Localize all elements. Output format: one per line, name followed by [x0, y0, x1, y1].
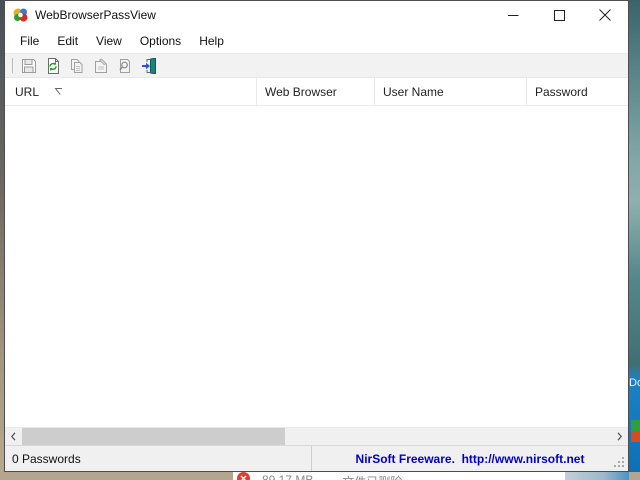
background-window-text-fragment: Do — [629, 377, 640, 389]
maximize-icon — [554, 10, 565, 21]
desktop-bottom-strip: 89.17 MB - 文件已删除 — [0, 472, 640, 480]
chevron-right-icon — [617, 432, 622, 441]
download-size-text: 89.17 MB — [262, 473, 313, 480]
error-x-icon — [237, 472, 250, 480]
toolbar — [5, 53, 628, 78]
menu-options[interactable]: Options — [131, 31, 190, 51]
desktop-right-strip — [629, 0, 640, 480]
menu-edit[interactable]: Edit — [48, 31, 87, 51]
scroll-right-button[interactable] — [611, 428, 628, 445]
column-label-url: URL — [15, 85, 39, 99]
save-button[interactable] — [17, 55, 41, 77]
horizontal-scrollbar[interactable] — [5, 427, 628, 445]
refresh-icon — [45, 58, 61, 74]
password-count: 0 Passwords — [5, 452, 311, 466]
menu-view[interactable]: View — [87, 31, 131, 51]
column-label-user-name: User Name — [383, 85, 444, 99]
toolbar-gripper — [12, 58, 13, 73]
menu-file[interactable]: File — [11, 31, 48, 51]
properties-icon — [93, 58, 109, 74]
background-blue-strip — [565, 472, 629, 480]
app-icon[interactable] — [13, 7, 29, 23]
copy-icon — [69, 58, 85, 74]
copy-button[interactable] — [65, 55, 89, 77]
background-logo-icon — [631, 420, 640, 442]
logo-green-square — [631, 420, 640, 431]
nirsoft-link[interactable]: NirSoft Freeware. http://www.nirsoft.net — [312, 452, 628, 466]
resize-grip-icon[interactable] — [612, 455, 625, 468]
column-label-web-browser: Web Browser — [265, 85, 337, 99]
column-header-user-name[interactable]: User Name — [375, 78, 527, 105]
properties-button[interactable] — [89, 55, 113, 77]
logo-red-square — [631, 431, 640, 442]
scrollbar-thumb[interactable] — [22, 428, 285, 445]
column-header-web-browser[interactable]: Web Browser — [257, 78, 375, 105]
minimize-icon — [508, 10, 519, 21]
exit-icon — [141, 58, 157, 74]
window-title: WebBrowserPassView — [35, 8, 156, 22]
list-header: URL Web Browser User Name Password — [5, 78, 628, 106]
maximize-button[interactable] — [536, 1, 582, 29]
menu-bar: File Edit View Options Help — [5, 29, 628, 53]
column-label-password: Password — [535, 85, 588, 99]
window-controls — [490, 1, 628, 29]
column-header-password[interactable]: Password — [527, 78, 628, 105]
webbrowserpassview-window: WebBrowserPassView File Edit View Option… — [4, 0, 629, 472]
minimize-button[interactable] — [490, 1, 536, 29]
title-bar: WebBrowserPassView — [5, 1, 628, 29]
save-icon — [21, 58, 37, 74]
close-icon — [599, 9, 611, 21]
exit-button[interactable] — [137, 55, 161, 77]
close-button[interactable] — [582, 1, 628, 29]
password-list-area — [5, 106, 628, 427]
menu-help[interactable]: Help — [190, 31, 233, 51]
find-button[interactable] — [113, 55, 137, 77]
find-icon — [117, 58, 133, 74]
sort-ascending-icon — [54, 87, 64, 96]
chevron-left-icon — [11, 432, 16, 441]
refresh-button[interactable] — [41, 55, 65, 77]
scroll-left-button[interactable] — [5, 428, 22, 445]
column-header-url[interactable]: URL — [5, 78, 257, 105]
download-status-text: - 文件已删除 — [335, 473, 402, 480]
status-bar: 0 Passwords NirSoft Freeware. http://www… — [5, 445, 628, 471]
